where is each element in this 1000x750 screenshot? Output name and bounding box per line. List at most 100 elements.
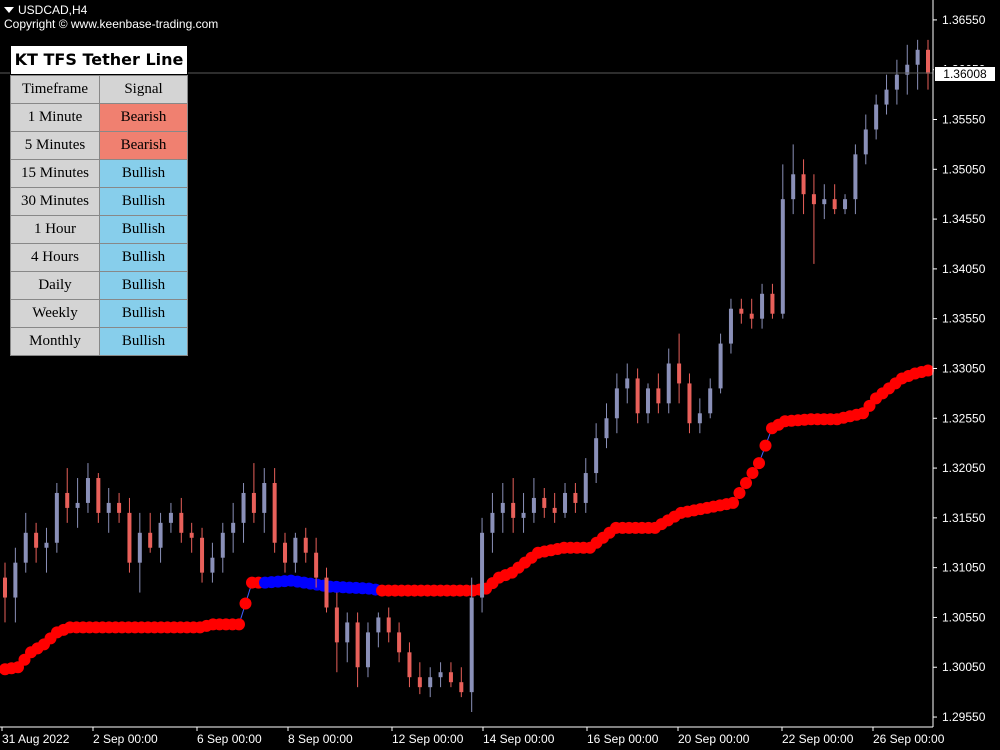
tether-dot (740, 477, 752, 490)
signal-cell: Bullish (99, 299, 188, 328)
y-tick-label: 1.35050 (942, 162, 986, 176)
candle-body (635, 378, 640, 414)
y-tick-label: 1.30550 (942, 610, 986, 624)
candle-body (780, 199, 785, 314)
timeframe-header: Timeframe (10, 75, 100, 104)
candle-body (874, 104, 879, 130)
candle-body (583, 473, 588, 503)
candle-body (739, 308, 744, 314)
candle-body (365, 632, 370, 668)
candle-body (791, 174, 796, 200)
tether-dot (239, 597, 252, 610)
candle-body (915, 49, 920, 65)
x-tick-label: 12 Sep 00:00 (392, 732, 464, 746)
table-row: 15 Minutes Bullish (10, 159, 188, 188)
candle-body (563, 492, 568, 513)
timeframe-cell: Weekly (10, 299, 100, 328)
signal-cell: Bullish (99, 243, 188, 272)
candle-body (594, 438, 599, 474)
candle-body (376, 617, 381, 633)
timeframe-cell: Daily (10, 271, 100, 300)
signal-table: Timeframe Signal 1 Minute Bearish 5 Minute… (10, 75, 188, 356)
table-row: 5 Minutes Bearish (10, 131, 188, 160)
candle-body (417, 677, 422, 688)
y-tick-label: 1.36550 (942, 13, 986, 27)
candle-body (386, 617, 391, 633)
tether-dot (733, 486, 746, 499)
candle-body (314, 552, 319, 578)
candle-body (614, 388, 619, 419)
signal-cell: Bearish (99, 103, 188, 132)
timeframe-cell: 30 Minutes (10, 187, 100, 216)
candle-body (843, 199, 848, 210)
candle-body (666, 363, 671, 404)
candle-body (251, 492, 256, 513)
candle-body (241, 492, 246, 523)
signal-cell: Bullish (99, 159, 188, 188)
candle-body (220, 532, 225, 558)
candle-body (13, 562, 18, 598)
y-tick-label: 1.33550 (942, 312, 986, 326)
candle-body (200, 537, 205, 573)
candle-body (334, 607, 339, 643)
candle-body (884, 89, 889, 105)
y-tick-label: 1.32050 (942, 461, 986, 475)
candle-body (760, 293, 765, 319)
x-tick-label: 8 Sep 00:00 (288, 732, 353, 746)
timeframe-cell: Monthly (10, 327, 100, 356)
timeframe-cell: 4 Hours (10, 243, 100, 272)
y-tick-label: 1.29550 (942, 710, 986, 724)
table-row: 30 Minutes Bullish (10, 187, 188, 216)
x-tick-label: 6 Sep 00:00 (197, 732, 262, 746)
candle-body (459, 682, 464, 693)
y-tick-label: 1.32550 (942, 411, 986, 425)
tether-dot (922, 364, 934, 377)
table-row: Daily Bullish (10, 271, 188, 300)
candle-body (832, 199, 837, 210)
candle-body (96, 478, 101, 513)
symbol-label: USDCAD,H4 (18, 3, 88, 17)
timeframe-cell: 1 Hour (10, 215, 100, 244)
table-row: 4 Hours Bullish (10, 243, 188, 272)
candle-body (210, 557, 215, 573)
candle-body (44, 542, 49, 548)
candle-body (345, 622, 350, 643)
y-tick-label: 1.34550 (942, 212, 986, 226)
signal-cell: Bullish (99, 187, 188, 216)
candle-body (811, 194, 816, 205)
dropdown-triangle-icon[interactable] (4, 7, 14, 13)
candle-body (573, 492, 578, 503)
candle-body (718, 343, 723, 389)
candle-body (438, 672, 443, 678)
candle-body (625, 378, 630, 389)
candle-body (448, 672, 453, 683)
candle-body (34, 532, 39, 548)
x-tick-label: 14 Sep 00:00 (483, 732, 555, 746)
candle-body (283, 542, 288, 563)
x-tick-label: 31 Aug 2022 (2, 732, 70, 746)
candle-body (137, 532, 142, 563)
candle-body (542, 497, 547, 508)
candle-body (708, 388, 713, 414)
candle-body (801, 174, 806, 195)
candle-body (23, 532, 28, 563)
candle-body (168, 512, 173, 523)
chart-header: USDCAD,H4 Copyright © www.keenbase-tradi… (4, 3, 218, 31)
candle-body (645, 388, 650, 414)
table-header-row: Timeframe Signal (10, 75, 188, 104)
y-tick-label: 1.31550 (942, 511, 986, 525)
candle-body (85, 478, 90, 503)
signal-cell: Bullish (99, 271, 188, 300)
candle-body (65, 492, 70, 508)
candle-body (552, 507, 557, 513)
candle-body (687, 383, 692, 424)
candle-body (3, 577, 7, 598)
table-row: 1 Hour Bullish (10, 215, 188, 244)
candle-body (127, 512, 132, 563)
candle-body (863, 129, 868, 155)
candle-body (677, 363, 682, 384)
candle-body (480, 532, 485, 598)
candle-body (770, 293, 775, 314)
signal-cell: Bullish (99, 327, 188, 356)
tether-dot (746, 467, 759, 480)
